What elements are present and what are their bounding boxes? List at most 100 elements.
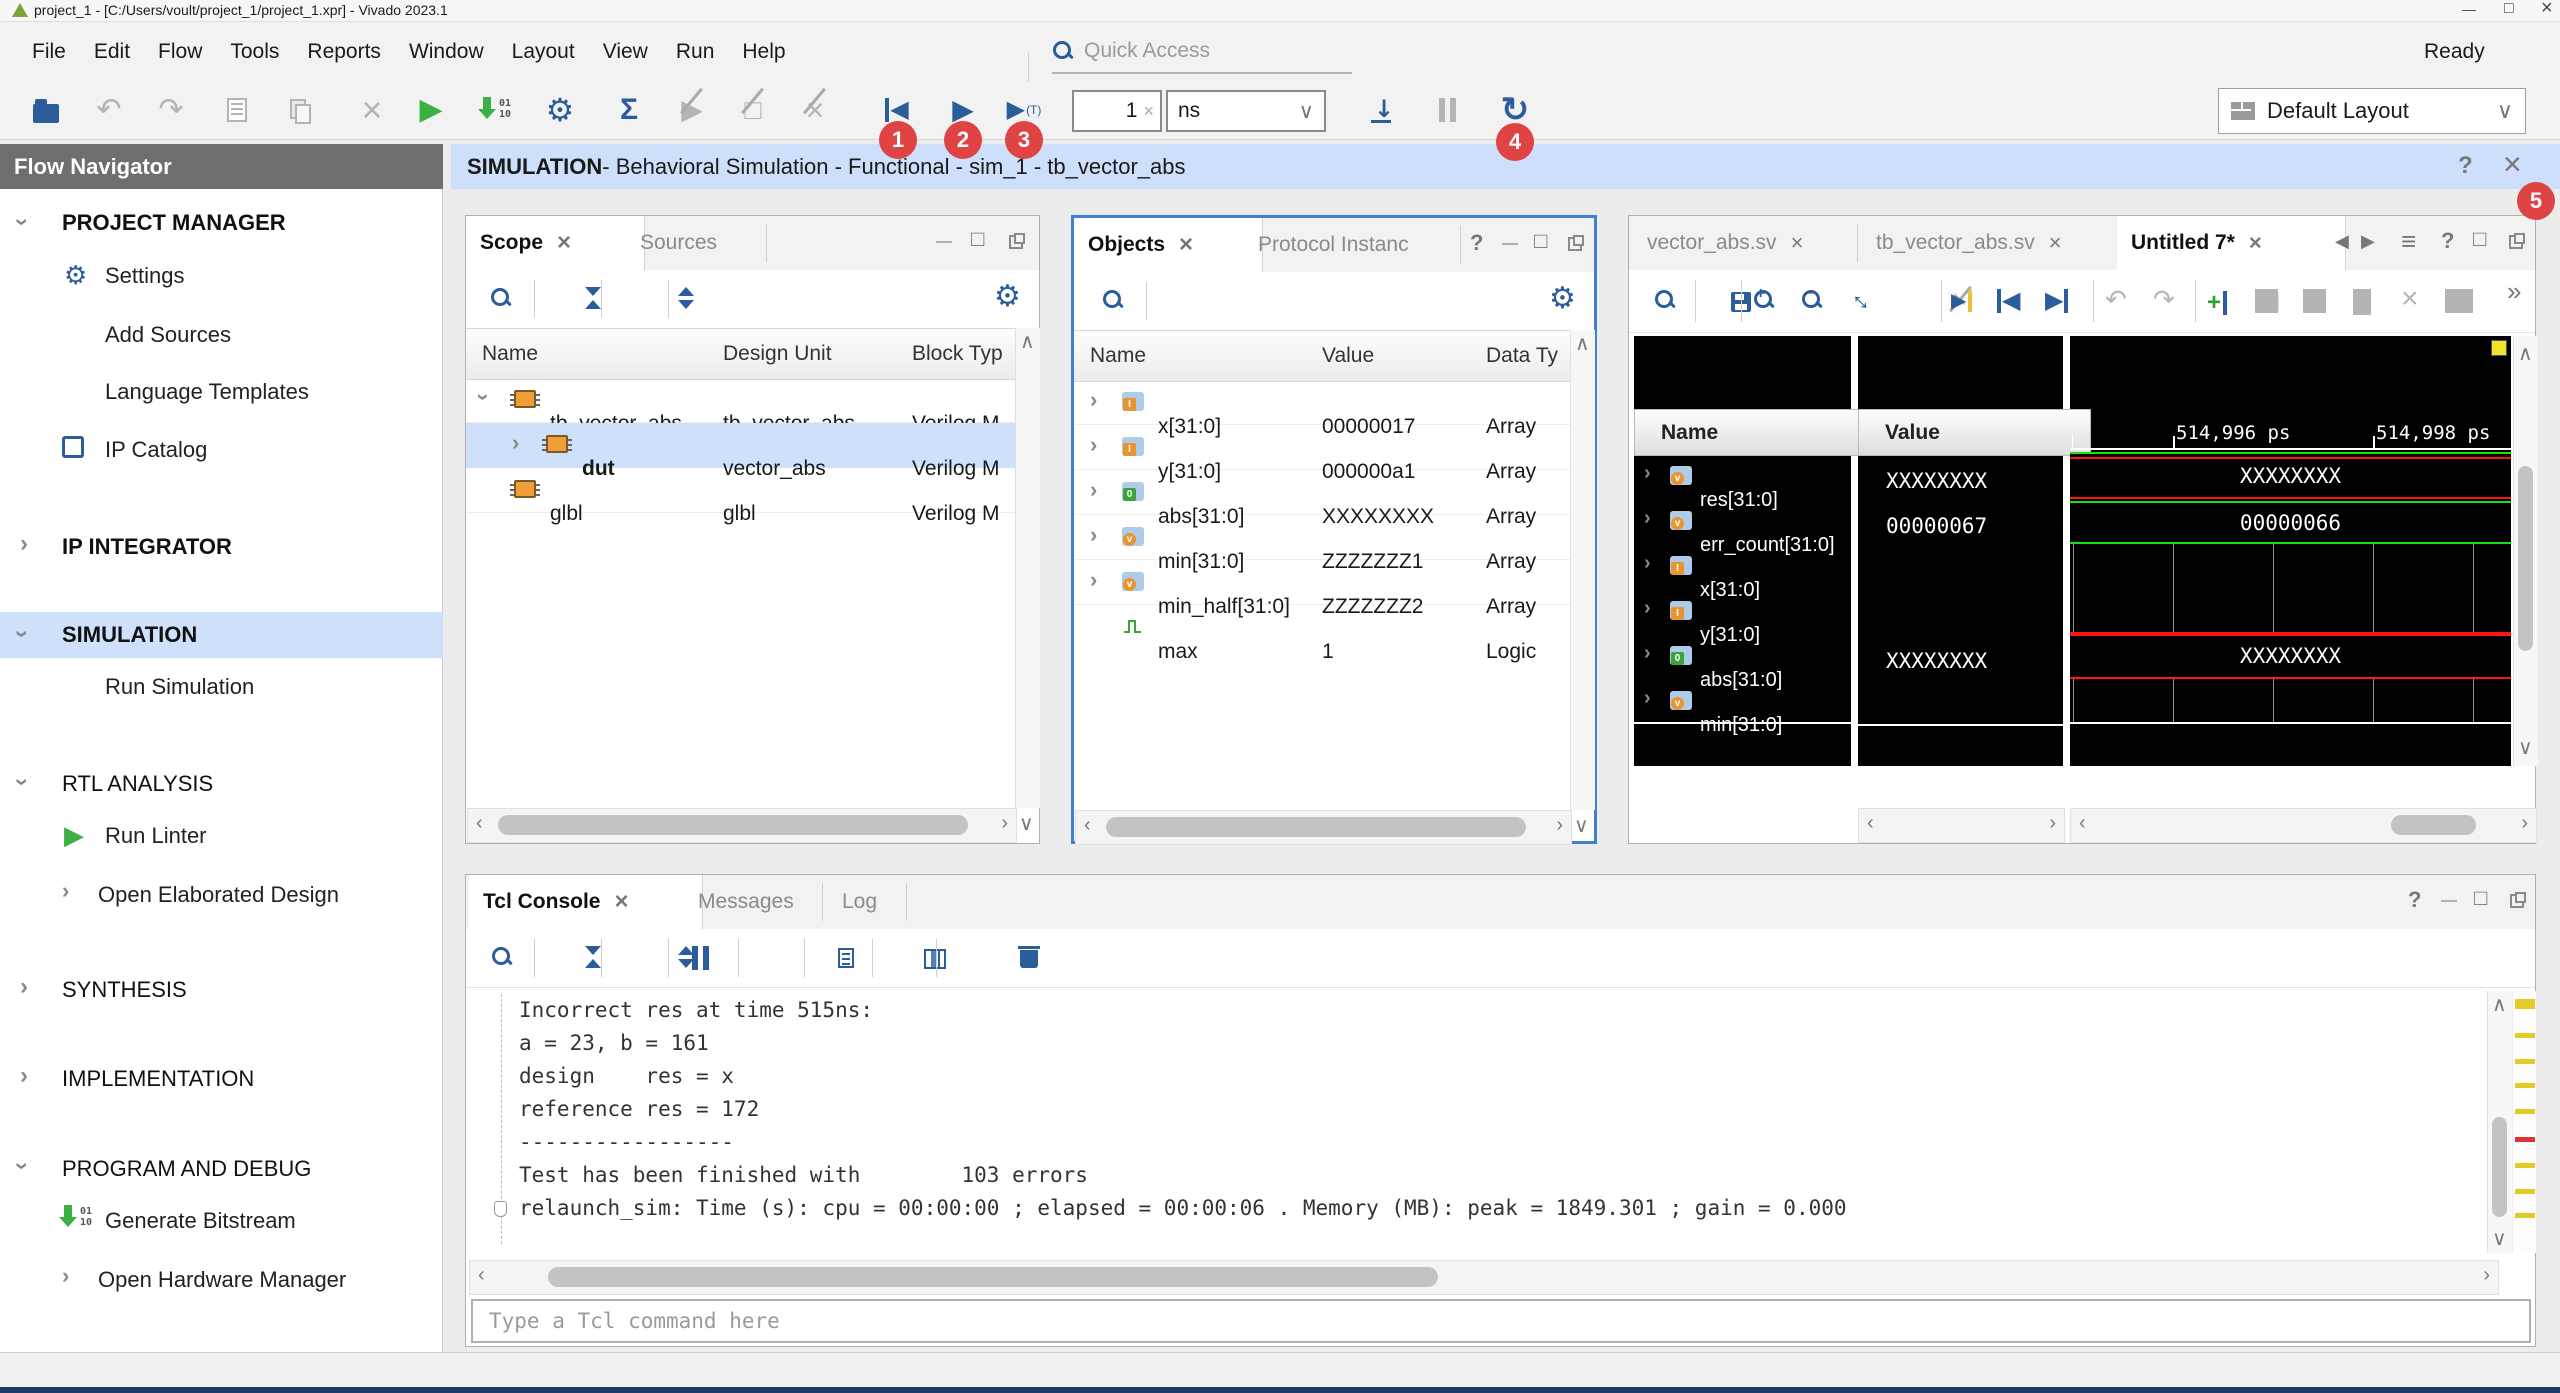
close-icon[interactable] <box>2249 232 2262 254</box>
tab-list-icon[interactable] <box>2401 228 2416 254</box>
warning-mark[interactable] <box>2515 1163 2535 1168</box>
run-button[interactable] <box>409 88 453 132</box>
report-button[interactable] <box>607 88 651 132</box>
tab-untitled-7[interactable]: Untitled 7* <box>2117 216 2346 270</box>
sidebar-item-settings[interactable]: Settings <box>105 263 185 289</box>
wave-signal-row[interactable]: v min[31:0] <box>1634 679 1851 724</box>
menu-view[interactable]: View <box>589 30 662 74</box>
scroll-thumb[interactable] <box>2518 466 2533 651</box>
delete-button[interactable] <box>350 88 394 132</box>
copy-icon[interactable] <box>838 948 854 968</box>
chevron-right-icon[interactable] <box>1644 463 1651 483</box>
wave-signal-row[interactable]: I y[31:0] <box>1634 589 1851 634</box>
wave-signal-row[interactable]: v err_count[31:0] <box>1634 499 1851 544</box>
table-row[interactable]: v min[31:0] ZZZZZZZ1 Array <box>1074 515 1570 560</box>
tcl-vscrollbar[interactable] <box>2487 991 2512 1253</box>
quick-access-search[interactable]: Quick Access <box>1052 30 1352 74</box>
chevron-right-icon[interactable] <box>20 532 28 556</box>
scroll-up-icon[interactable] <box>1020 332 1035 352</box>
table-row[interactable]: v min_half[31:0] ZZZZZZZ2 Array <box>1074 560 1570 605</box>
sidebar-item-open-hardware-manager[interactable]: Open Hardware Manager <box>98 1267 346 1293</box>
sidebar-item-ip-catalog[interactable]: IP Catalog <box>105 437 207 463</box>
maximize-icon[interactable] <box>971 228 984 250</box>
window-minimize-button[interactable] <box>2462 2 2476 16</box>
sidebar-section-implementation[interactable]: IMPLEMENTATION <box>62 1066 254 1092</box>
objects-col-name[interactable]: Name <box>1074 330 1327 382</box>
help-icon[interactable] <box>2441 230 2454 252</box>
menu-tools[interactable]: Tools <box>216 30 293 74</box>
paste-button[interactable] <box>278 88 322 132</box>
sidebar-section-project-manager[interactable]: PROJECT MANAGER <box>62 210 286 236</box>
wave-col-name[interactable]: Name <box>1634 409 1879 456</box>
console-output[interactable]: Incorrect res at time 515ns: a = 23, b =… <box>519 994 2479 1225</box>
minimize-icon[interactable] <box>2441 893 2457 909</box>
tab-sources[interactable]: Sources <box>626 216 764 270</box>
scroll-down-icon[interactable] <box>2492 1229 2507 1249</box>
chevron-right-icon[interactable] <box>20 975 28 999</box>
scroll-down-icon[interactable] <box>1019 814 1034 834</box>
table-row[interactable]: max 1 Logic <box>1074 605 1570 650</box>
warning-mark[interactable] <box>2515 1213 2535 1218</box>
minimize-icon[interactable] <box>1502 236 1518 252</box>
table-row[interactable]: 0 abs[31:0] XXXXXXXX Array <box>1074 470 1570 515</box>
expand-all-icon[interactable] <box>675 287 697 309</box>
sidebar-item-generate-bitstream[interactable]: Generate Bitstream <box>105 1208 296 1234</box>
sidebar-section-ip-integrator[interactable]: IP INTEGRATOR <box>62 534 232 560</box>
close-icon[interactable] <box>2503 148 2522 180</box>
scroll-thumb[interactable] <box>2492 1117 2507 1217</box>
chevron-right-icon[interactable] <box>1090 524 1097 546</box>
zoom-out-icon[interactable]: − <box>1801 289 1823 316</box>
search-icon[interactable] <box>490 287 512 309</box>
help-icon[interactable] <box>1470 232 1483 254</box>
tcl-hscrollbar[interactable] <box>469 1260 2499 1295</box>
scroll-down-icon[interactable] <box>1574 816 1589 836</box>
maximize-icon[interactable] <box>2474 887 2487 909</box>
scroll-up-icon[interactable] <box>2492 995 2507 1015</box>
objects-col-value[interactable]: Value <box>1310 330 1487 382</box>
chevron-right-icon[interactable] <box>1090 434 1097 456</box>
scroll-left-icon[interactable] <box>476 813 483 833</box>
float-icon[interactable] <box>2509 233 2525 249</box>
tab-protocol-instances[interactable]: Protocol Instanc <box>1244 218 1484 272</box>
sidebar-section-rtl-analysis[interactable]: RTL ANALYSIS <box>62 771 213 797</box>
tab-scroll-left-icon[interactable] <box>2335 232 2349 250</box>
chevron-right-icon[interactable] <box>1644 643 1651 663</box>
chevron-right-icon[interactable] <box>1090 479 1097 501</box>
wave-canvas-hscrollbar[interactable] <box>2070 808 2537 843</box>
tab-tb-vector-abs-sv[interactable]: tb_vector_abs.sv <box>1862 216 2135 270</box>
table-row[interactable]: I x[31:0] 00000017 Array <box>1074 380 1570 425</box>
close-icon[interactable] <box>614 890 628 914</box>
menu-edit[interactable]: Edit <box>80 30 144 74</box>
next-transition-icon[interactable] <box>2045 289 2068 313</box>
clear-icon[interactable] <box>1143 102 1154 120</box>
tab-scope[interactable]: Scope <box>466 216 645 270</box>
scroll-right-icon[interactable] <box>1556 815 1563 835</box>
warning-mark[interactable] <box>2515 999 2535 1009</box>
gear-icon[interactable] <box>1549 284 1576 314</box>
scroll-down-icon[interactable] <box>2518 738 2533 758</box>
scope-col-name[interactable]: Name <box>466 328 728 380</box>
table-view-icon[interactable] <box>924 949 946 969</box>
chevron-down-icon[interactable] <box>18 210 26 234</box>
search-icon[interactable] <box>1102 289 1124 311</box>
menu-file[interactable]: File <box>18 30 80 74</box>
scope-col-design-unit[interactable]: Design Unit <box>711 328 913 380</box>
help-icon[interactable] <box>2408 889 2421 911</box>
maximize-icon[interactable] <box>1534 230 1547 252</box>
menu-help[interactable]: Help <box>728 30 799 74</box>
menu-reports[interactable]: Reports <box>293 30 395 74</box>
float-icon[interactable] <box>1568 235 1584 251</box>
tab-scroll-right-icon[interactable] <box>2361 232 2375 250</box>
scroll-thumb[interactable] <box>2391 815 2476 835</box>
wave-col-value[interactable]: Value <box>1858 409 2091 456</box>
menu-flow[interactable]: Flow <box>144 30 216 74</box>
chevron-right-icon[interactable] <box>62 880 69 902</box>
scroll-right-icon[interactable] <box>1001 813 1008 833</box>
scroll-up-icon[interactable] <box>2518 344 2533 364</box>
layout-selector[interactable]: Default Layout <box>2218 88 2526 134</box>
sidebar-item-run-linter[interactable]: Run Linter <box>105 823 207 849</box>
tab-tcl-console[interactable]: Tcl Console <box>469 875 703 929</box>
sidebar-section-simulation[interactable]: SIMULATION <box>62 622 197 648</box>
tab-log[interactable]: Log <box>828 875 926 929</box>
chevron-right-icon[interactable] <box>20 1064 28 1088</box>
